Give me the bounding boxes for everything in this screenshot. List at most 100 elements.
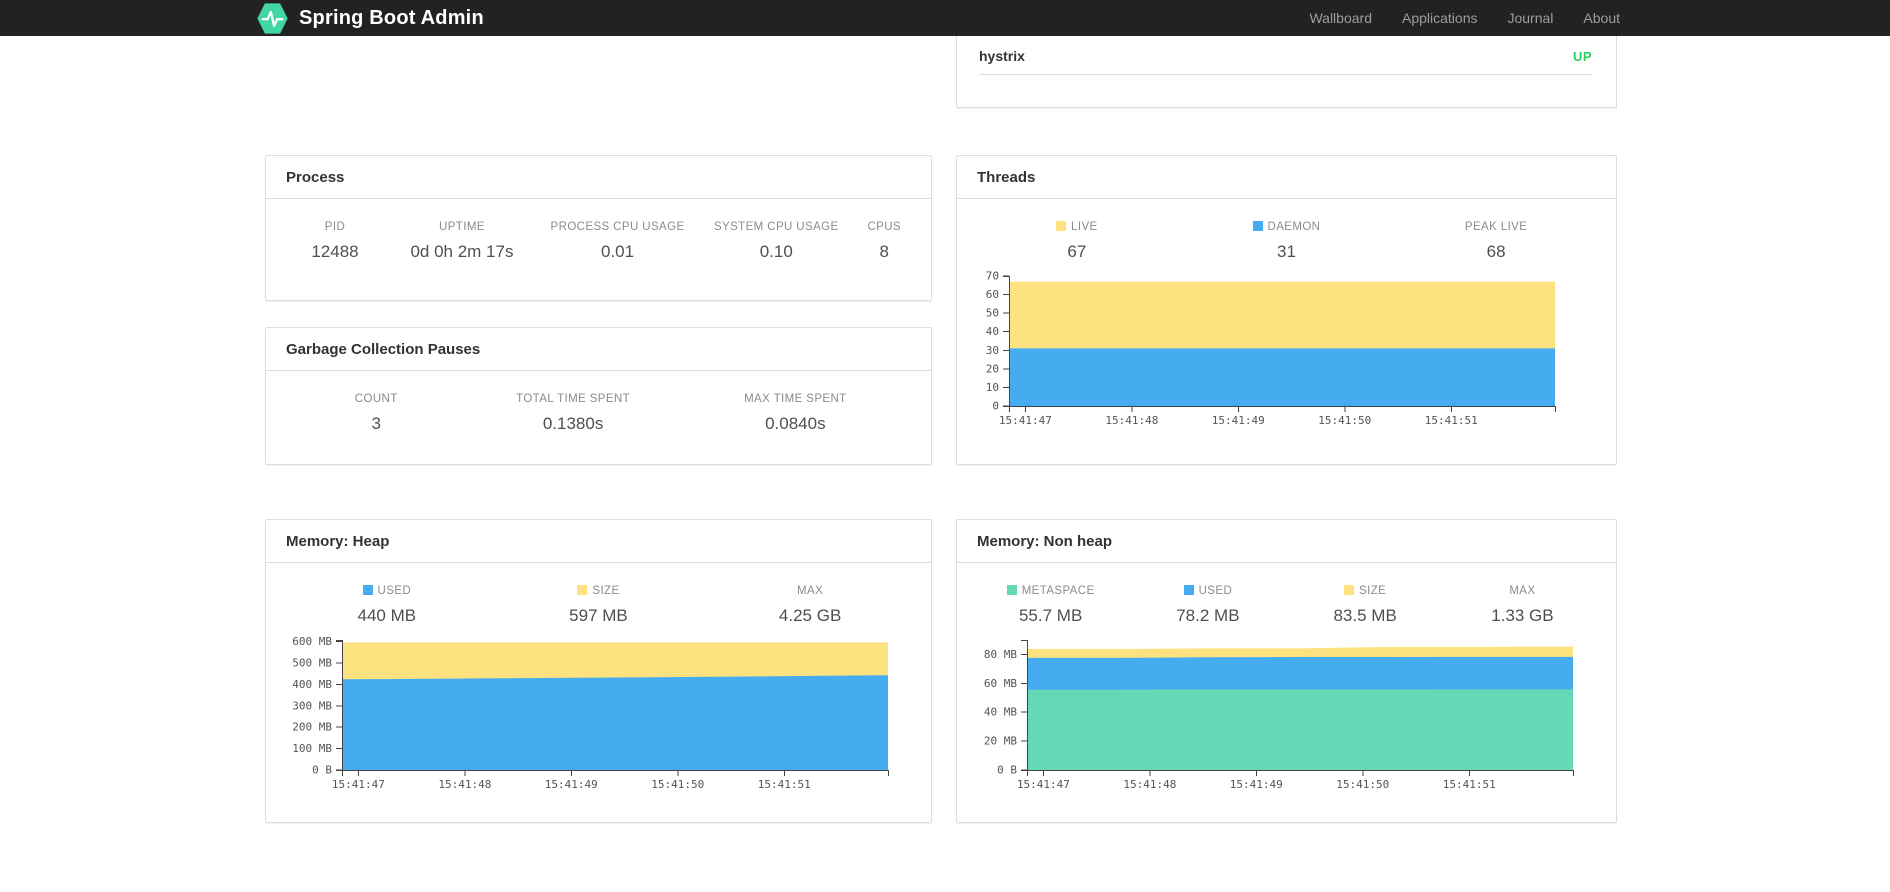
svg-text:60 MB: 60 MB (984, 677, 1017, 690)
svg-text:15:41:49: 15:41:49 (545, 778, 598, 791)
process-panel: Process PID 12488 UPTIME 0d 0h 2m 17s PR… (265, 155, 932, 301)
memory-nonheap-panel: Memory: Non heap METASPACE 55.7 MB USED … (956, 519, 1617, 823)
stat-value: 68 (1486, 242, 1506, 261)
stat-label: PID (324, 221, 346, 233)
gc-panel: Garbage Collection Pauses COUNT 3 TOTAL … (265, 327, 932, 465)
svg-text:100 MB: 100 MB (292, 742, 332, 755)
stat-value: 0.0840s (765, 414, 826, 433)
size-swatch-icon (577, 585, 588, 595)
svg-text:15:41:47: 15:41:47 (332, 778, 385, 791)
svg-text:500 MB: 500 MB (292, 657, 332, 670)
stat-label: USED (377, 585, 412, 597)
stat-value: 440 MB (357, 606, 417, 625)
stat-threads-peak: PEAK LIVE 68 (1391, 221, 1601, 262)
app-logo-icon (256, 2, 289, 35)
nav-item-applications[interactable]: Applications (1372, 10, 1478, 26)
svg-text:15:41:50: 15:41:50 (651, 778, 704, 791)
nav-item-about[interactable]: About (1553, 10, 1620, 26)
application-name-link[interactable]: hystrix (979, 48, 1025, 64)
stat-label: SIZE (592, 585, 620, 597)
memory-heap-panel: Memory: Heap USED 440 MB SIZE 597 MB MAX… (265, 519, 932, 823)
stat-label: LIVE (1071, 221, 1098, 233)
used-swatch-icon (362, 585, 373, 595)
threads-legend: LIVE 67 DAEMON 31 PEAK LIVE 68 (957, 199, 1616, 262)
svg-text:0 B: 0 B (997, 764, 1017, 777)
gc-panel-title: Garbage Collection Pauses (266, 328, 931, 371)
stat-label: MAX (1509, 585, 1536, 597)
svg-text:15:41:49: 15:41:49 (1212, 414, 1265, 427)
stat-label: SYSTEM CPU USAGE (713, 221, 839, 233)
stat-label: MAX TIME SPENT (744, 393, 847, 405)
memory-nonheap-panel-title: Memory: Non heap (957, 520, 1616, 563)
stat-value: 4.25 GB (778, 606, 842, 625)
svg-text:300 MB: 300 MB (292, 699, 332, 712)
stat-label: TOTAL TIME SPENT (516, 393, 631, 405)
nav-item-journal[interactable]: Journal (1477, 10, 1553, 26)
stat-label: PROCESS CPU USAGE (550, 221, 685, 233)
stat-value: 597 MB (569, 606, 628, 625)
stat-value: 1.33 GB (1491, 606, 1554, 625)
used-swatch-icon (1183, 585, 1194, 595)
stat-process-cpu: PROCESS CPU USAGE 0.01 (535, 221, 700, 262)
stat-value: 78.2 MB (1176, 606, 1240, 625)
stat-pid: PID 12488 (281, 221, 389, 262)
svg-text:0 B: 0 B (312, 764, 332, 777)
application-status-badge: UP (1572, 48, 1592, 64)
svg-text:15:41:50: 15:41:50 (1336, 778, 1389, 791)
svg-text:400 MB: 400 MB (292, 678, 332, 691)
svg-text:15:41:47: 15:41:47 (1017, 778, 1070, 791)
nav-links: Wallboard Applications Journal About (1279, 0, 1620, 36)
svg-text:70: 70 (986, 270, 999, 283)
threads-panel: Threads LIVE 67 DAEMON 31 PEAK LIVE 68 0… (956, 155, 1617, 465)
stat-label: USED (1198, 585, 1233, 597)
stat-value: 0.01 (600, 242, 635, 261)
size-swatch-icon (1344, 585, 1355, 595)
stat-label: MAX (797, 585, 824, 597)
metaspace-swatch-icon (1006, 585, 1017, 595)
stat-nonheap-size: SIZE 83.5 MB (1287, 585, 1444, 626)
nonheap-legend: METASPACE 55.7 MB USED 78.2 MB SIZE 83.5… (957, 563, 1616, 626)
stat-threads-live: LIVE 67 (972, 221, 1182, 262)
stat-value: 55.7 MB (1018, 606, 1083, 625)
memory-heap-panel-title: Memory: Heap (266, 520, 931, 563)
process-stats: PID 12488 UPTIME 0d 0h 2m 17s PROCESS CP… (266, 199, 931, 262)
gc-stats: COUNT 3 TOTAL TIME SPENT 0.1380s MAX TIM… (266, 371, 931, 434)
stat-nonheap-metaspace: METASPACE 55.7 MB (972, 585, 1129, 626)
svg-text:15:41:50: 15:41:50 (1318, 414, 1371, 427)
threads-chart: 0 10 20 30 40 50 60 70 15:41:47 15:41:48 15:41:49 1… (969, 270, 1616, 446)
stat-gc-count: COUNT 3 (281, 393, 472, 434)
stat-label: PEAK LIVE (1464, 221, 1528, 233)
stat-value: 12488 (311, 242, 359, 261)
svg-text:50: 50 (986, 307, 999, 320)
svg-text:15:41:51: 15:41:51 (1425, 414, 1478, 427)
stat-value: 0d 0h 2m 17s (410, 242, 514, 261)
svg-text:0: 0 (992, 400, 999, 413)
svg-text:20 MB: 20 MB (984, 735, 1017, 748)
stat-threads-daemon: DAEMON 31 (1182, 221, 1392, 262)
svg-text:15:41:49: 15:41:49 (1230, 778, 1283, 791)
stat-nonheap-used: USED 78.2 MB (1129, 585, 1286, 626)
stat-value: 0.1380s (542, 414, 604, 433)
stat-value: 31 (1277, 242, 1296, 261)
stat-heap-size: SIZE 597 MB (493, 585, 705, 626)
brand-title: Spring Boot Admin (299, 6, 484, 29)
stat-system-cpu: SYSTEM CPU USAGE 0.10 (700, 221, 852, 262)
navbar: Spring Boot Admin Wallboard Applications… (0, 0, 1890, 36)
svg-text:15:41:47: 15:41:47 (999, 414, 1052, 427)
stat-label: COUNT (354, 393, 398, 405)
svg-text:15:41:51: 15:41:51 (1443, 778, 1496, 791)
stat-gc-max-time: MAX TIME SPENT 0.0840s (675, 393, 916, 434)
stat-heap-max: MAX 4.25 GB (704, 585, 916, 626)
stat-heap-used: USED 440 MB (281, 585, 493, 626)
stat-value: 67 (1067, 242, 1087, 261)
brand-link[interactable]: Spring Boot Admin (256, 0, 484, 36)
svg-text:80 MB: 80 MB (984, 648, 1017, 661)
memory-heap-chart: 0 B 100 MB 200 MB 300 MB 400 MB 500 MB 600 MB 1… (278, 634, 931, 802)
stat-value: 8 (879, 242, 889, 261)
threads-panel-title: Threads (957, 156, 1616, 199)
stat-uptime: UPTIME 0d 0h 2m 17s (389, 221, 535, 262)
stat-value: 83.5 MB (1333, 606, 1397, 625)
memory-nonheap-chart: 0 B 20 MB 40 MB 60 MB 80 MB 15:41:47 15:41:48 1… (969, 634, 1616, 802)
svg-text:30: 30 (986, 344, 999, 357)
nav-item-wallboard[interactable]: Wallboard (1279, 10, 1372, 26)
